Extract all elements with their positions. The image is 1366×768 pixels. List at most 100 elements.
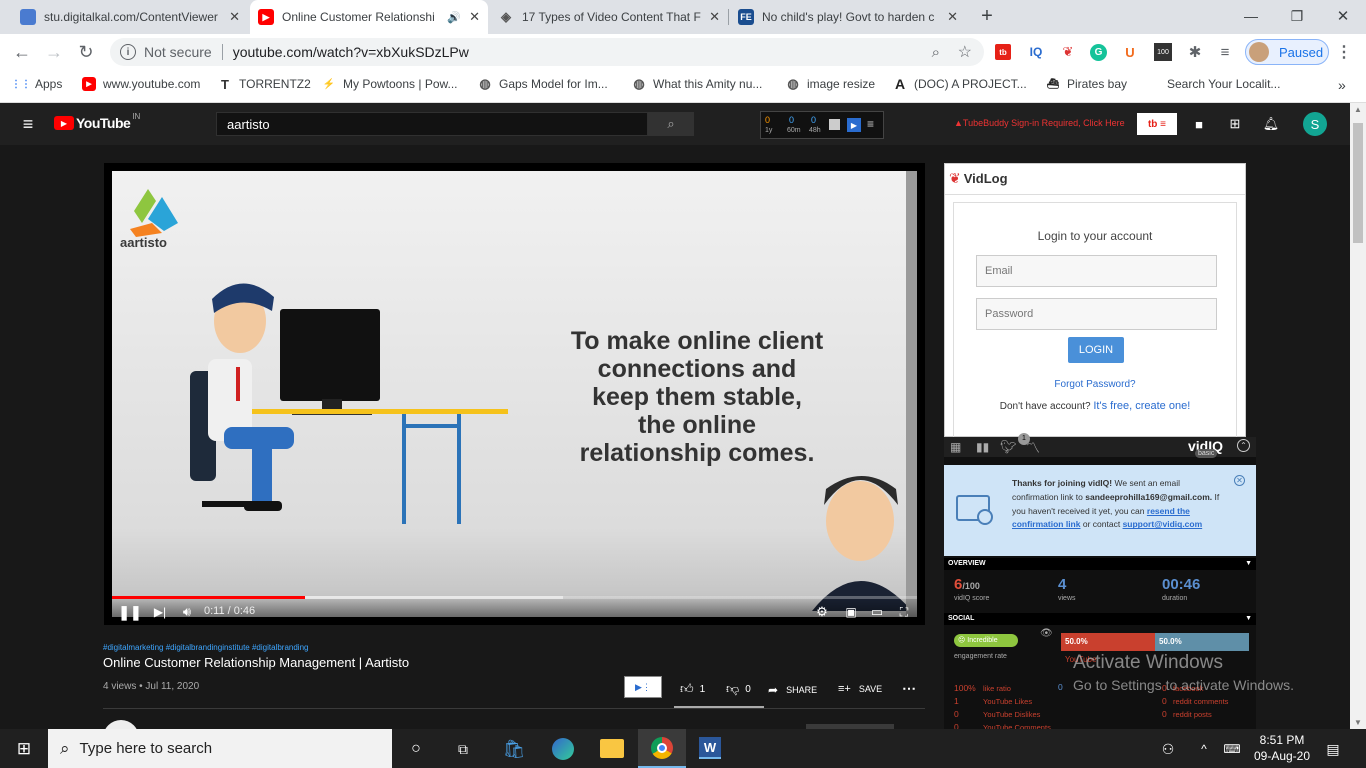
cortana-icon[interactable]: ○: [406, 739, 426, 759]
tab-video-content[interactable]: ◈ 17 Types of Video Content That F ✕: [490, 0, 728, 34]
chart-icon[interactable]: [829, 119, 840, 130]
file-explorer-icon[interactable]: [600, 739, 624, 758]
info-icon[interactable]: i: [120, 44, 136, 60]
trend-icon[interactable]: 〽: [1026, 438, 1040, 458]
edge-icon[interactable]: [552, 738, 574, 760]
email-field[interactable]: Email: [976, 255, 1217, 287]
search-button[interactable]: ⌕: [648, 112, 694, 136]
page-scrollbar[interactable]: ▲ ▼: [1350, 103, 1366, 729]
omnibox[interactable]: i Not secure youtube.com/watch?v=xbXukSD…: [110, 38, 984, 66]
bookmark-search-locality[interactable]: Search Your Localit...: [1167, 77, 1280, 91]
password-field[interactable]: Password: [976, 298, 1217, 330]
media-icon[interactable]: ≡: [1216, 43, 1234, 61]
vidiq-ext-icon[interactable]: IQ: [1026, 43, 1046, 61]
zoom-icon[interactable]: ⌕: [932, 44, 940, 61]
keyboard-icon[interactable]: ⌨: [1221, 739, 1243, 759]
tubebuddy-menu-button[interactable]: tb ≡: [1137, 113, 1177, 135]
next-button[interactable]: ▶|: [152, 604, 168, 620]
tray-chevron-icon[interactable]: ^: [1196, 739, 1212, 759]
restore-button[interactable]: ❐: [1282, 5, 1312, 27]
chrome-taskbar-button[interactable]: [638, 729, 686, 768]
clock[interactable]: 8:51 PM 09-Aug-20: [1252, 732, 1312, 764]
close-icon[interactable]: ✕: [469, 9, 480, 25]
audio-icon[interactable]: 🔊: [447, 11, 461, 24]
taskbar-search[interactable]: ⌕ Type here to search: [48, 729, 392, 768]
bookmark-youtube[interactable]: ▶ www.youtube.com: [82, 77, 200, 91]
minimize-button[interactable]: —: [1236, 5, 1266, 27]
close-notice-icon[interactable]: ✕: [1234, 475, 1245, 486]
vidiq-play-icon[interactable]: ▶: [847, 118, 861, 132]
bookmark-pirates[interactable]: ⛴ Pirates bay: [1046, 77, 1127, 91]
word-icon[interactable]: W: [699, 737, 721, 759]
menu-icon[interactable]: ⋮: [1336, 43, 1352, 61]
overview-header[interactable]: OVERVIEW ▼: [944, 558, 1256, 570]
social-header[interactable]: SOCIAL ▼: [944, 613, 1256, 625]
star-icon[interactable]: ☆: [958, 42, 972, 62]
twitter-icon[interactable]: 🐦︎: [1000, 439, 1017, 455]
reload-icon[interactable]: ↻: [74, 40, 98, 64]
pause-button[interactable]: ❚❚: [118, 604, 141, 620]
search-input[interactable]: aartisto: [216, 112, 648, 136]
extensions-icon[interactable]: ✱: [1186, 43, 1204, 61]
task-view-icon[interactable]: ⧉: [453, 739, 473, 759]
notifications-icon[interactable]: 🔔︎: [1262, 115, 1280, 133]
support-link[interactable]: support@vidiq.com: [1123, 519, 1203, 529]
settings-icon[interactable]: ⚙: [814, 604, 830, 620]
forward-icon[interactable]: →: [42, 40, 66, 64]
login-button[interactable]: LOGIN: [1068, 337, 1124, 363]
new-tab-button[interactable]: +: [976, 5, 998, 27]
dislike-button[interactable]: 👎︎ 0: [726, 681, 751, 697]
forgot-password-link[interactable]: Forgot Password?: [954, 379, 1236, 390]
vidiq-button[interactable]: ▶⋮: [624, 676, 662, 698]
bookmark-powtoons[interactable]: ⚡ My Powtoons | Pow...: [322, 77, 458, 91]
video-player[interactable]: aartisto To make online client connectio…: [104, 163, 925, 625]
signup-link[interactable]: It's free, create one!: [1093, 400, 1190, 412]
progress-bar[interactable]: [112, 596, 917, 599]
tab-digitalkal[interactable]: stu.digitalkal.com/ContentViewer ✕: [12, 0, 248, 34]
collapse-icon[interactable]: ⌃: [1237, 439, 1250, 452]
close-icon[interactable]: ✕: [709, 9, 720, 25]
more-bookmarks-icon[interactable]: »: [1338, 77, 1346, 93]
bookmark-torrentz[interactable]: T TORRENTZ2: [218, 77, 311, 92]
save-button[interactable]: ≡+ SAVE: [838, 683, 882, 695]
bookmark-doc[interactable]: A (DOC) A PROJECT...: [893, 76, 1027, 92]
list-icon[interactable]: ≡: [867, 117, 874, 131]
close-window-button[interactable]: ✕: [1328, 5, 1358, 27]
back-icon[interactable]: ←: [10, 40, 34, 64]
account-avatar[interactable]: S: [1303, 112, 1327, 136]
share-button[interactable]: ➦ SHARE: [768, 683, 817, 697]
like-button[interactable]: 👍︎ 1: [680, 681, 705, 697]
ubersuggest-ext-icon[interactable]: U: [1122, 43, 1138, 61]
store-icon[interactable]: 🛍︎: [503, 738, 526, 760]
create-video-icon[interactable]: ■: [1190, 115, 1208, 133]
bookmark-image-resize[interactable]: ◍ image resize: [786, 76, 875, 91]
people-icon[interactable]: ⚇: [1158, 739, 1178, 759]
apps-icon[interactable]: ⊞: [1226, 115, 1244, 133]
tubebuddy-warning[interactable]: ▲TubeBuddy Sign-in Required, Click Here: [954, 118, 1125, 128]
close-icon[interactable]: ✕: [229, 9, 240, 25]
miniplayer-icon[interactable]: ▣: [842, 604, 860, 620]
grammarly-ext-icon[interactable]: G: [1090, 44, 1107, 61]
profile-paused-button[interactable]: Paused: [1245, 39, 1329, 65]
notification-center-icon[interactable]: ▤: [1322, 739, 1344, 759]
youtube-logo[interactable]: ▶ YouTube IN: [54, 112, 140, 131]
url-text[interactable]: youtube.com/watch?v=xbXukSDzLPw: [233, 44, 469, 60]
close-icon[interactable]: ✕: [947, 9, 958, 25]
hashtags[interactable]: #digitalmarketing #digitalbrandinginstit…: [103, 643, 308, 652]
tab-fe[interactable]: FE No child's play! Govt to harden c ✕: [730, 0, 966, 34]
hamburger-icon[interactable]: ≡: [18, 114, 38, 134]
vidlog-ext-icon[interactable]: ❦: [1058, 43, 1078, 61]
bookmark-apps[interactable]: ⋮⋮ Apps: [11, 77, 62, 91]
windows-start-icon[interactable]: ⊞: [14, 739, 34, 759]
tubebuddy-ext-icon[interactable]: tb: [995, 44, 1011, 60]
bookmark-gaps[interactable]: ◍ Gaps Model for Im...: [478, 76, 607, 91]
stats-icon[interactable]: ▮▮: [976, 440, 989, 454]
volume-icon[interactable]: 🔊︎: [178, 604, 196, 620]
bookmark-amity[interactable]: ◍ What this Amity nu...: [632, 76, 762, 91]
theater-mode-icon[interactable]: ▭: [868, 604, 886, 620]
fullscreen-icon[interactable]: ⛶: [896, 604, 912, 620]
tab-youtube[interactable]: ▶ Online Customer Relationshi 🔊 ✕: [250, 0, 488, 34]
more-actions-icon[interactable]: ⋯: [902, 680, 916, 697]
counter-ext-icon[interactable]: 100: [1154, 43, 1172, 61]
grid-icon[interactable]: ▦: [950, 440, 961, 454]
